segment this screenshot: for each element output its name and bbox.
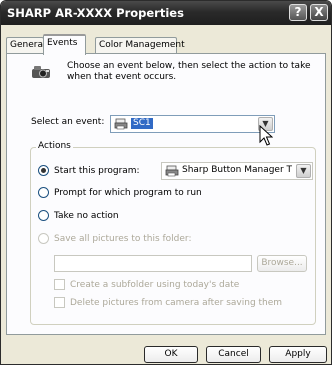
tab-events[interactable]: Events [43,34,86,55]
printer-icon [114,118,128,130]
no-action-radio[interactable] [38,210,49,221]
properties-dialog: SHARP AR-XXXX Properties ? X General Eve… [0,0,332,365]
folder-path-field[interactable] [54,255,252,272]
printer-icon [165,165,179,177]
close-button[interactable]: X [310,4,328,21]
subfolder-label[interactable]: Create a subfolder using today's date [70,280,239,290]
help-button[interactable]: ? [289,4,307,21]
save-pictures-label[interactable]: Save all pictures to this folder: [54,234,192,244]
no-action-label[interactable]: Take no action [54,211,119,221]
ok-button[interactable]: OK [144,346,198,363]
tab-general[interactable]: General [6,37,45,54]
prompt-program-label[interactable]: Prompt for which program to run [54,188,202,198]
event-select[interactable]: SC1 ▼ [110,115,275,133]
camera-icon [32,66,50,78]
subfolder-checkbox[interactable] [54,279,65,290]
delete-pictures-checkbox[interactable] [54,297,65,308]
apply-button[interactable]: Apply [269,346,327,363]
start-program-label[interactable]: Start this program: [54,166,140,176]
browse-button[interactable]: Browse... [257,255,307,272]
program-value: Sharp Button Manager T [182,165,293,175]
events-description: Choose an event below, then select the a… [67,61,311,82]
delete-pictures-label[interactable]: Delete pictures from camera after saving… [70,298,282,308]
prompt-program-radio[interactable] [38,187,49,198]
mouse-cursor-icon [259,125,273,146]
cancel-button[interactable]: Cancel [206,346,261,363]
start-program-radio[interactable] [38,165,49,176]
program-select[interactable]: Sharp Button Manager T ▼ [161,162,313,180]
select-event-label: Select an event: [31,117,105,127]
window-title: SHARP AR-XXXX Properties [7,6,184,20]
selected-event-value: SC1 [131,118,153,129]
tab-color-management[interactable]: Color Management [95,37,185,54]
save-pictures-radio[interactable] [38,233,49,244]
title-bar[interactable]: SHARP AR-XXXX Properties ? X [1,1,331,25]
chevron-down-icon[interactable]: ▼ [296,164,311,178]
actions-group-label: Actions [36,141,73,151]
